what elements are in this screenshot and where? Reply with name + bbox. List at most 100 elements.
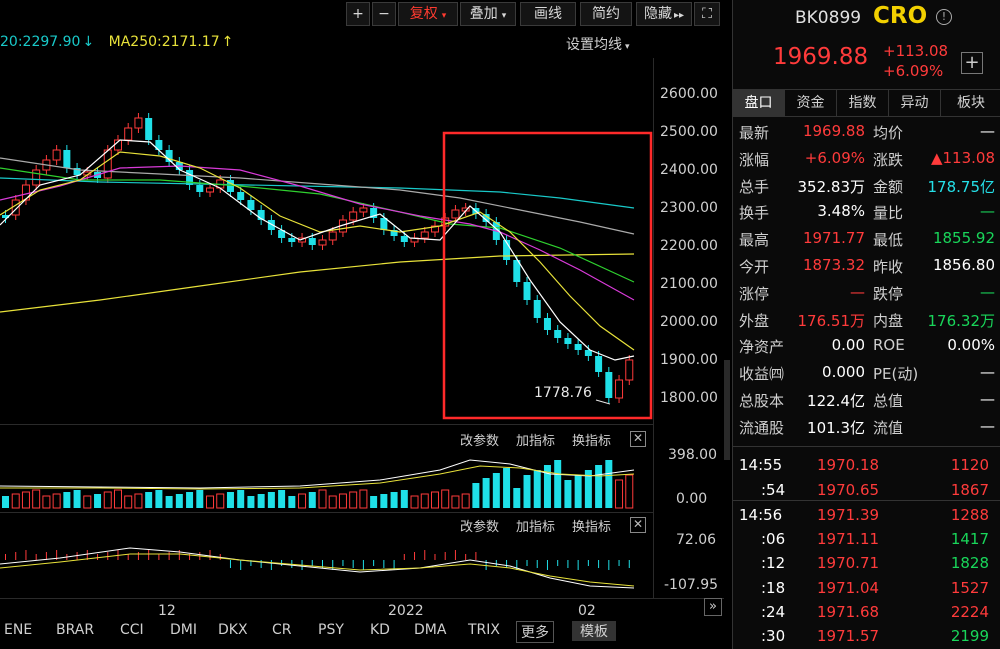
volume-bar (451, 495, 460, 509)
draw-line-button[interactable]: 画线 (520, 2, 576, 26)
quote-value: — (980, 416, 995, 435)
chart-area[interactable]: + − 复权 ▾ 叠加 ▾ 画线 简约 隐藏 ▸▸ ⛶ 20:2297.90 ↓ MA2… (0, 0, 730, 649)
quote-value: 176.32万 (927, 311, 996, 330)
quote-value: 352.83万 (797, 177, 866, 196)
volume-bar (165, 496, 173, 508)
volume-bar (472, 483, 480, 508)
stock-code: BK0899 (795, 8, 862, 28)
tick-time: :06 (761, 530, 786, 549)
macd-histogram (5, 550, 630, 570)
template-button[interactable]: 模板 (572, 621, 616, 641)
quote-value: — (980, 363, 995, 382)
volume-bar (186, 492, 194, 508)
fuquan-dropdown[interactable]: 复权 ▾ (398, 2, 458, 26)
tab-yidong[interactable]: 异动 (889, 90, 941, 116)
tab-bankuai[interactable]: 板块 (941, 90, 1000, 116)
tab-zijin[interactable]: 资金 (785, 90, 837, 116)
zoom-in-button[interactable]: + (346, 2, 370, 26)
volume-bar (380, 494, 388, 508)
tick-time: 14:56 (739, 506, 783, 524)
volume-chart (0, 459, 635, 509)
overlay-label: 叠加 (469, 6, 498, 22)
simple-mode-button[interactable]: 简约 (580, 2, 632, 26)
tick-time: :30 (761, 627, 786, 645)
fullscreen-icon[interactable]: ⛶ (694, 2, 720, 26)
volume-bar (237, 490, 245, 508)
add-watchlist-button[interactable]: + (961, 52, 983, 74)
indicator-tab-dmi[interactable]: DMI (170, 622, 197, 638)
volume-bar (503, 468, 511, 508)
hide-button[interactable]: 隐藏 ▸▸ (636, 2, 692, 26)
close-icon[interactable]: ✕ (630, 431, 646, 447)
macd-add-indicator-button[interactable]: 加指标 (516, 516, 555, 535)
more-indicators-button[interactable]: 更多 (516, 621, 554, 643)
candle (247, 200, 255, 210)
low-annotation-pointer (595, 399, 611, 405)
indicator-tab-cr[interactable]: CR (272, 622, 292, 638)
ma-settings-button[interactable]: 设置均线 ▾ (566, 34, 630, 54)
ma30-line (0, 167, 635, 283)
quote-value: 178.75亿 (927, 177, 996, 196)
volume-bar (196, 490, 204, 508)
indicator-tab-ene[interactable]: ENE (4, 622, 32, 638)
indicator-tab-cci[interactable]: CCI (120, 622, 144, 638)
overlay-dropdown[interactable]: 叠加 ▾ (460, 2, 516, 26)
splitter-handle[interactable] (724, 360, 730, 460)
candle (288, 238, 296, 242)
macd-edit-params-button[interactable]: 改参数 (460, 516, 499, 535)
indicator-tab-trix[interactable]: TRIX (468, 622, 500, 638)
macd-swap-indicator-button[interactable]: 换指标 (572, 516, 611, 535)
y-tick-label: 2600.00 (660, 86, 718, 102)
ma250-value: MA250:2171.17 (108, 34, 220, 50)
candle (32, 169, 41, 186)
tick-time: :54 (761, 480, 786, 499)
candle (595, 356, 603, 372)
candle (206, 187, 215, 193)
volume-bar (615, 479, 624, 509)
volume-bar (441, 489, 450, 509)
indicator-tab-dma[interactable]: DMA (414, 622, 446, 638)
tick-price: 1971.11 (817, 530, 880, 549)
indicator-tab-kd[interactable]: KD (370, 622, 390, 638)
indicator-tab-brar[interactable]: BRAR (56, 622, 94, 638)
volume-bar (461, 493, 470, 509)
tab-pankou[interactable]: 盘口 (733, 90, 785, 116)
macd-dif-line (0, 547, 635, 589)
close-icon[interactable]: ✕ (630, 517, 646, 533)
tick-price: 1971.57 (817, 627, 880, 645)
quote-label: 总手 (739, 177, 770, 196)
volume-bar (257, 494, 265, 508)
quote-label: 涨跌 (873, 150, 904, 169)
scroll-right-button[interactable]: » (704, 598, 722, 616)
quote-value: — (980, 122, 995, 140)
quote-panel: BK0899 CRO ! 1969.88 +113.08 +6.09% + 盘口… (732, 0, 1000, 649)
arrow-down-icon: ↓ (82, 34, 95, 50)
candlestick-chart[interactable]: 1778.76 (0, 58, 654, 424)
info-icon[interactable]: ! (936, 9, 952, 25)
y-tick-label: 2300.00 (660, 200, 718, 216)
indicator-tab-psy[interactable]: PSY (318, 622, 344, 638)
quote-label: 涨幅 (739, 150, 770, 169)
volume-add-indicator-button[interactable]: 加指标 (516, 430, 555, 449)
quote-value: 1873.32 (802, 256, 865, 274)
candle (564, 338, 572, 344)
ma20-value: 20:2297.90 (0, 34, 81, 50)
quote-label: 换手 (739, 204, 770, 223)
candle (359, 207, 368, 213)
volume-bar (533, 470, 541, 508)
volume-swap-indicator-button[interactable]: 换指标 (572, 430, 611, 449)
candle (554, 330, 562, 338)
macd-dea-line (0, 553, 635, 587)
y-tick-label: 2100.00 (660, 276, 718, 292)
stock-price: 1969.88 (773, 44, 869, 70)
candle (625, 359, 634, 381)
volume-edit-params-button[interactable]: 改参数 (460, 430, 499, 449)
tick-volume: 1828 (950, 554, 989, 573)
quote-label: 内盘 (873, 311, 904, 330)
tick-price: 1971.68 (817, 602, 880, 621)
zoom-out-button[interactable]: − (372, 2, 396, 26)
quote-value: — (980, 390, 995, 408)
volume-bar (226, 492, 234, 508)
indicator-tab-dkx[interactable]: DKX (218, 622, 248, 638)
tab-zhishu[interactable]: 指数 (837, 90, 889, 116)
